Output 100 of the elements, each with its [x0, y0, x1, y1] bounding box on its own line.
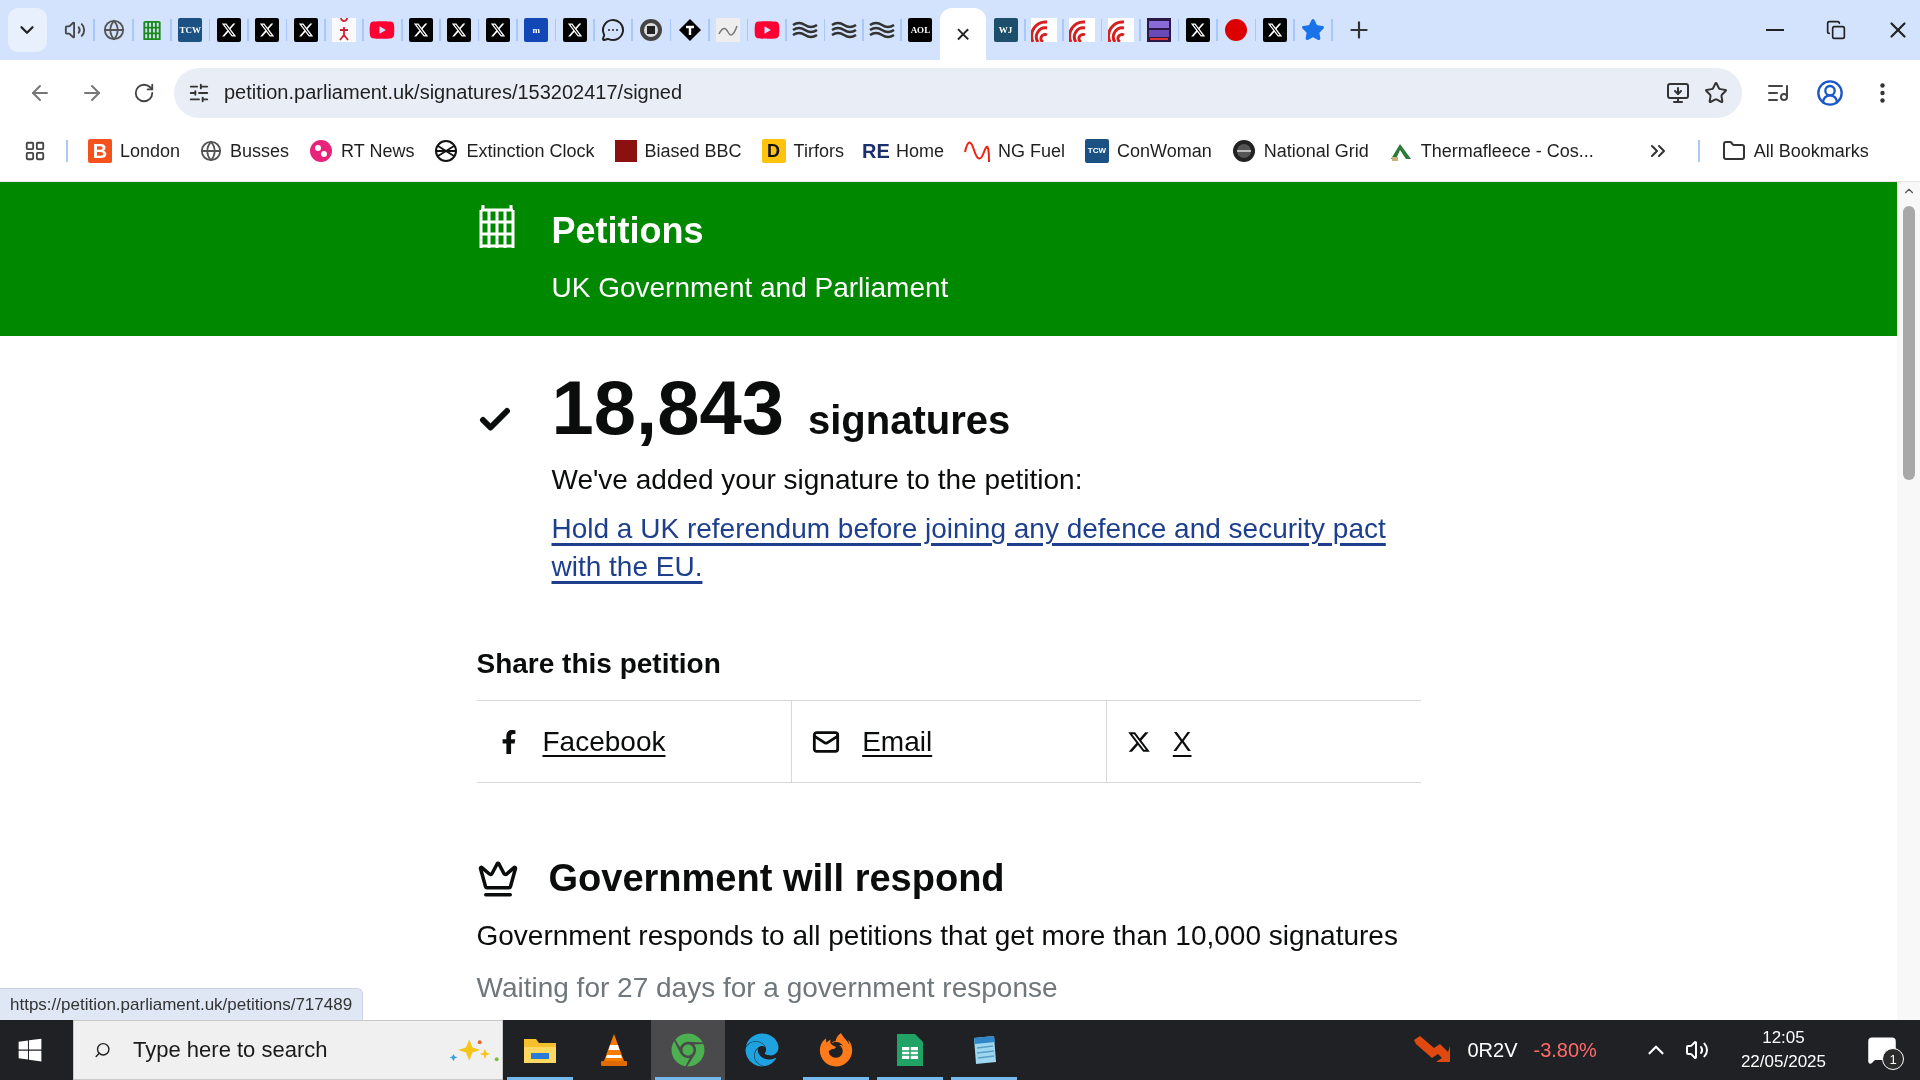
logo-icon: RE: [863, 139, 888, 163]
x-icon: [408, 18, 433, 42]
x-icon: [1185, 18, 1210, 42]
tab[interactable]: WJ: [987, 10, 1024, 50]
bookmark[interactable]: Busses: [190, 136, 300, 166]
logo-icon: m: [524, 18, 549, 42]
notification-button[interactable]: 1: [1862, 1030, 1902, 1070]
scroll-thumb[interactable]: [1902, 206, 1915, 480]
folder-icon: [1721, 139, 1746, 163]
dot-icon: [1224, 18, 1249, 42]
diamond-icon: [677, 18, 702, 42]
logo-icon: TCW: [1084, 139, 1109, 163]
notification-count: 1: [1882, 1048, 1904, 1070]
bookmark[interactable]: Thermafleece - Cos...: [1378, 135, 1604, 167]
target-icon: [1031, 18, 1057, 42]
waiting-text: Waiting for 27 days for a government response: [476, 972, 1059, 1004]
logo-icon: B: [88, 139, 112, 163]
x-icon: [293, 18, 318, 42]
figure-icon: [332, 18, 357, 42]
taskbar-search-bar[interactable]: Type here to search: [73, 1020, 503, 1080]
crossed-circle-icon: [434, 139, 459, 163]
windows-icon: [17, 1037, 43, 1063]
bookmark[interactable]: Biased BBC: [604, 136, 752, 166]
bookmark[interactable]: RE Home: [853, 135, 954, 167]
tab-search-button[interactable]: [8, 8, 47, 52]
logo-icon: WJ: [993, 18, 1018, 42]
postal-icon: [1147, 18, 1172, 42]
profile-icon: [1816, 78, 1844, 107]
install-icon[interactable]: [1666, 80, 1690, 105]
record-icon: [639, 18, 664, 42]
site-settings-icon[interactable]: [188, 81, 210, 104]
bookmark[interactable]: NG Fuel: [953, 134, 1075, 168]
waves-icon: [792, 19, 819, 41]
address-bar[interactable]: petition.parliament.uk/signatures/153202417/signed: [174, 67, 1742, 118]
wave-icon: [963, 138, 990, 164]
share-link[interactable]: Facebook: [542, 725, 666, 758]
bookmark[interactable]: Extinction Clock: [424, 135, 605, 167]
x-icon: [1126, 729, 1151, 754]
x-icon: [255, 18, 280, 42]
menu-icon: [1879, 82, 1885, 103]
x-icon: [1262, 18, 1287, 42]
target-icon: [1069, 18, 1096, 42]
x-icon: [447, 18, 472, 42]
minimize-icon: [1765, 29, 1784, 31]
share-heading: Share this petition: [476, 648, 722, 680]
reload-icon: [133, 81, 155, 104]
share-link[interactable]: Email: [862, 725, 933, 758]
site-title: Petitions: [551, 210, 705, 252]
flower-icon: [309, 139, 334, 163]
scrollbar[interactable]: [1897, 182, 1920, 1020]
search-input[interactable]: Type here to search: [131, 1036, 424, 1064]
response-heading: Government will respond: [548, 857, 1005, 900]
apps-grid-icon[interactable]: [24, 140, 46, 162]
tab[interactable]: AOL: [902, 10, 939, 50]
dial-icon: [1231, 139, 1256, 163]
logo-icon: AOL: [908, 18, 933, 42]
stock-symbol: 0R2V: [1467, 1038, 1518, 1062]
response-text: Government responds to all petitions that get more than 10,000 signatures: [476, 920, 1399, 952]
portcullis-icon: [140, 18, 163, 42]
bookmark[interactable]: National Grid: [1221, 135, 1379, 167]
all-bookmarks-button[interactable]: All Bookmarks: [1711, 135, 1879, 167]
edge-icon: [745, 1033, 779, 1067]
target-icon: [1107, 18, 1134, 42]
star-icon: [1300, 18, 1325, 42]
firefox-icon: [819, 1033, 853, 1067]
stock-change: -3.80%: [1533, 1038, 1597, 1062]
bookmark[interactable]: TCW ConWoman: [1074, 135, 1222, 167]
speaker-icon: [64, 19, 87, 41]
status-url: https://petition.parliament.uk/petitions/717489: [0, 988, 364, 1020]
tab[interactable]: m: [517, 10, 555, 50]
chrome-icon: [671, 1033, 705, 1067]
share-link[interactable]: X: [1172, 725, 1192, 758]
logo-icon: D: [761, 139, 786, 163]
globe-icon: [200, 140, 223, 162]
restore-icon: [1826, 20, 1847, 40]
spreadsheet-icon: [896, 1033, 924, 1067]
tab[interactable]: TCW: [172, 10, 209, 50]
x-icon: [216, 18, 241, 42]
site-subtitle: UK Government and Parliament: [551, 272, 949, 304]
clock[interactable]: 12:05 22/05/2025: [1740, 1028, 1826, 1072]
bookmark-star-icon[interactable]: [1704, 80, 1728, 105]
stock-down-icon: [1411, 1036, 1452, 1064]
chat-icon: [601, 18, 625, 42]
signature-unit: signatures: [807, 398, 1011, 443]
globe-icon: [102, 19, 125, 41]
x-icon: [485, 18, 510, 42]
waves-icon: [830, 19, 857, 41]
bookmark[interactable]: RT News: [299, 135, 425, 167]
sketch-icon: [716, 18, 741, 42]
signature-count: 18,843: [551, 370, 784, 446]
volume-icon[interactable]: [1684, 1038, 1709, 1062]
bookmark[interactable]: D Tirfors: [751, 135, 854, 167]
bookmark[interactable]: B London: [78, 135, 191, 167]
x-icon: [562, 18, 587, 42]
logo-icon: TCW: [178, 18, 203, 42]
petition-link[interactable]: Hold a UK referendum before joining any defence and security pact with the EU.: [551, 510, 1412, 586]
tab[interactable]: ×: [940, 8, 986, 60]
waves-icon: [868, 19, 895, 41]
traffic-cone-icon: [599, 1033, 629, 1067]
confirmation-message: We've added your signature to the petition:: [551, 464, 1084, 496]
